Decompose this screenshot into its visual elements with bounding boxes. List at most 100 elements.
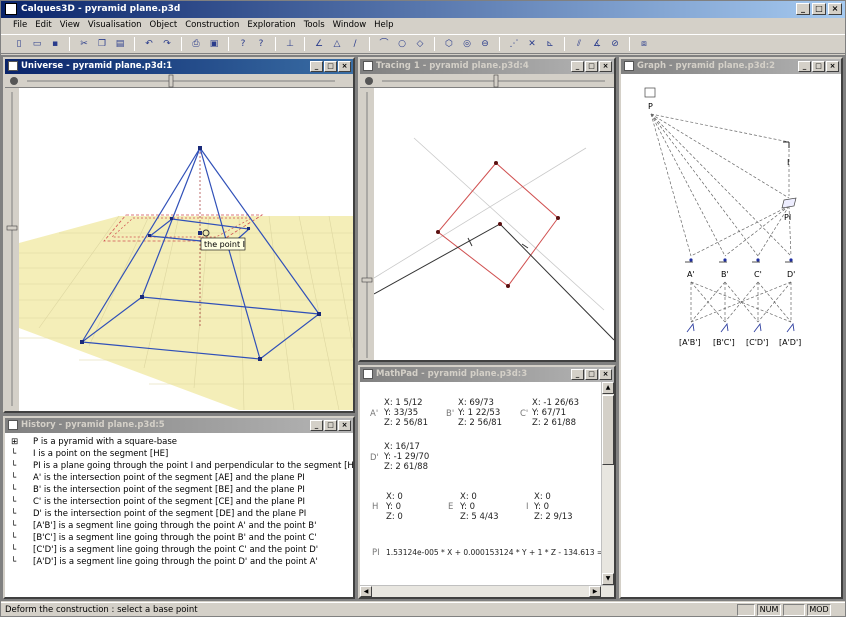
mathpad-hscrollbar[interactable]: ◀ ▶: [360, 585, 614, 597]
history-titlebar[interactable]: History - pyramid plane.p3d:5 _ □ ×: [5, 418, 353, 433]
expand-icon[interactable]: ⊞: [11, 436, 33, 448]
midpoint-tool-icon[interactable]: ✕: [524, 36, 540, 52]
tracing-scene[interactable]: [374, 88, 614, 360]
graph-node-ab[interactable]: [A'B']: [679, 338, 701, 347]
new-icon[interactable]: ▯: [11, 36, 27, 52]
maximize-button[interactable]: □: [324, 61, 337, 72]
tracing-rotation-slider[interactable]: [360, 74, 610, 88]
plane-tool-icon[interactable]: ⧈: [636, 36, 652, 52]
polygon-tool-icon[interactable]: ◇: [412, 36, 428, 52]
graph-node-b[interactable]: B': [721, 270, 729, 279]
minimize-button[interactable]: _: [798, 61, 811, 72]
graph-titlebar[interactable]: Graph - pyramid plane.p3d:2 _ □ ×: [621, 59, 841, 74]
close-button[interactable]: ×: [338, 420, 351, 431]
ray-tool-icon[interactable]: ∕: [347, 36, 363, 52]
close-button[interactable]: ×: [338, 61, 351, 72]
universe-titlebar[interactable]: Universe - pyramid plane.p3d:1 _ □ ×: [5, 59, 353, 74]
delete-tool-icon[interactable]: ⊘: [607, 36, 623, 52]
list-item[interactable]: └ C' is the intersection point of the seg…: [11, 496, 305, 508]
arc-tool-icon[interactable]: ⌒: [376, 36, 392, 52]
segment-tool-icon[interactable]: △: [329, 36, 345, 52]
minimize-button[interactable]: _: [310, 420, 323, 431]
universe-view[interactable]: the point I: [5, 74, 353, 411]
scroll-thumb[interactable]: [602, 395, 614, 465]
graph-node-bc[interactable]: [B'C']: [713, 338, 735, 347]
list-item[interactable]: └ [A'D'] is a segment line going through …: [11, 556, 318, 568]
redo-icon[interactable]: ↷: [159, 36, 175, 52]
print-icon[interactable]: ⎙: [188, 36, 204, 52]
copy-icon[interactable]: ❐: [94, 36, 110, 52]
tracing-titlebar[interactable]: Tracing 1 - pyramid plane.p3d:4 _ □ ×: [360, 59, 614, 74]
close-button[interactable]: ×: [599, 369, 612, 380]
mathpad-content[interactable]: A' X: 1 5/12 Y: 33/35 Z: 2 56/81 B' X: 6…: [360, 382, 614, 597]
minimize-button[interactable]: _: [571, 369, 584, 380]
menu-file[interactable]: File: [13, 18, 27, 33]
menu-construction[interactable]: Construction: [185, 18, 239, 33]
measure-tool-icon[interactable]: ∡: [589, 36, 605, 52]
intersection-tool-icon[interactable]: ⋰: [506, 36, 522, 52]
menu-help[interactable]: Help: [374, 18, 393, 33]
scroll-right-arrow-icon[interactable]: ▶: [589, 586, 601, 597]
rotation-slider[interactable]: [5, 74, 345, 88]
tracing-view[interactable]: [360, 74, 614, 360]
maximize-button[interactable]: □: [812, 3, 826, 15]
minimize-button[interactable]: _: [310, 61, 323, 72]
list-item[interactable]: └ D' is the intersection point of the seg…: [11, 508, 306, 520]
minimize-button[interactable]: _: [571, 61, 584, 72]
list-item[interactable]: └ PI is a plane going through the point I…: [11, 460, 353, 472]
help-icon[interactable]: ?: [235, 36, 251, 52]
graph-node-ad[interactable]: [A'D']: [779, 338, 801, 347]
dependency-graph[interactable]: P I PI A' B' C' D' [A'B'] [B'C'] [C'D'] …: [621, 74, 841, 594]
menu-edit[interactable]: Edit: [35, 18, 51, 33]
cut-icon[interactable]: ✂: [76, 36, 92, 52]
graph-node-a[interactable]: A': [687, 270, 695, 279]
tracing-elevation-slider[interactable]: [360, 88, 374, 360]
perpendicular-tool-icon[interactable]: ⊾: [542, 36, 558, 52]
cube-tool-icon[interactable]: ⬡: [441, 36, 457, 52]
print-preview-icon[interactable]: ▣: [206, 36, 222, 52]
menu-tools[interactable]: Tools: [304, 18, 325, 33]
context-help-icon[interactable]: ?: [253, 36, 269, 52]
maximize-button[interactable]: □: [585, 61, 598, 72]
mathpad-scrollbar[interactable]: ▲ ▼: [601, 382, 614, 597]
graph-node-i[interactable]: I: [783, 141, 790, 167]
menu-view[interactable]: View: [60, 18, 80, 33]
list-item[interactable]: └ A' is the intersection point of the seg…: [11, 472, 305, 484]
list-item[interactable]: └ B' is the intersection point of the seg…: [11, 484, 305, 496]
cylinder-tool-icon[interactable]: ◎: [459, 36, 475, 52]
list-item[interactable]: └ I is a point on the segment [HE]: [11, 448, 168, 460]
scroll-left-arrow-icon[interactable]: ◀: [360, 586, 372, 597]
list-item[interactable]: └ [C'D'] is a segment line going through …: [11, 544, 318, 556]
menu-exploration[interactable]: Exploration: [247, 18, 295, 33]
circle-tool-icon[interactable]: ○: [394, 36, 410, 52]
minimize-button[interactable]: _: [796, 3, 810, 15]
save-icon[interactable]: ▪: [47, 36, 63, 52]
list-item[interactable]: └ [A'B'] is a segment line going through …: [11, 520, 316, 532]
menu-visualisation[interactable]: Visualisation: [88, 18, 142, 33]
list-item[interactable]: └ [B'C'] is a segment line going through …: [11, 532, 317, 544]
close-button[interactable]: ×: [599, 61, 612, 72]
paste-icon[interactable]: ▤: [112, 36, 128, 52]
graph-node-d[interactable]: D': [787, 270, 795, 279]
menu-window[interactable]: Window: [333, 18, 367, 33]
3d-scene[interactable]: the point I: [19, 88, 353, 410]
scroll-up-arrow-icon[interactable]: ▲: [602, 382, 614, 394]
list-item[interactable]: ⊞ P is a pyramid with a square-base: [11, 436, 177, 448]
point-tool-icon[interactable]: ⊥: [282, 36, 298, 52]
menu-object[interactable]: Object: [150, 18, 178, 33]
sphere-tool-icon[interactable]: ⊖: [477, 36, 493, 52]
undo-icon[interactable]: ↶: [141, 36, 157, 52]
graph-node-c[interactable]: C': [754, 270, 762, 279]
maximize-button[interactable]: □: [324, 420, 337, 431]
open-icon[interactable]: ▭: [29, 36, 45, 52]
close-button[interactable]: ×: [826, 61, 839, 72]
graph-view[interactable]: P I PI A' B' C' D' [A'B'] [B'C'] [C'D'] …: [621, 74, 841, 597]
graph-node-p[interactable]: P: [644, 87, 656, 111]
scroll-down-arrow-icon[interactable]: ▼: [602, 573, 614, 585]
parallel-tool-icon[interactable]: ⫽: [571, 36, 587, 52]
elevation-slider[interactable]: [5, 88, 19, 411]
maximize-button[interactable]: □: [812, 61, 825, 72]
close-button[interactable]: ×: [828, 3, 842, 15]
maximize-button[interactable]: □: [585, 369, 598, 380]
mathpad-titlebar[interactable]: MathPad - pyramid plane.p3d:3 _ □ ×: [360, 367, 614, 382]
